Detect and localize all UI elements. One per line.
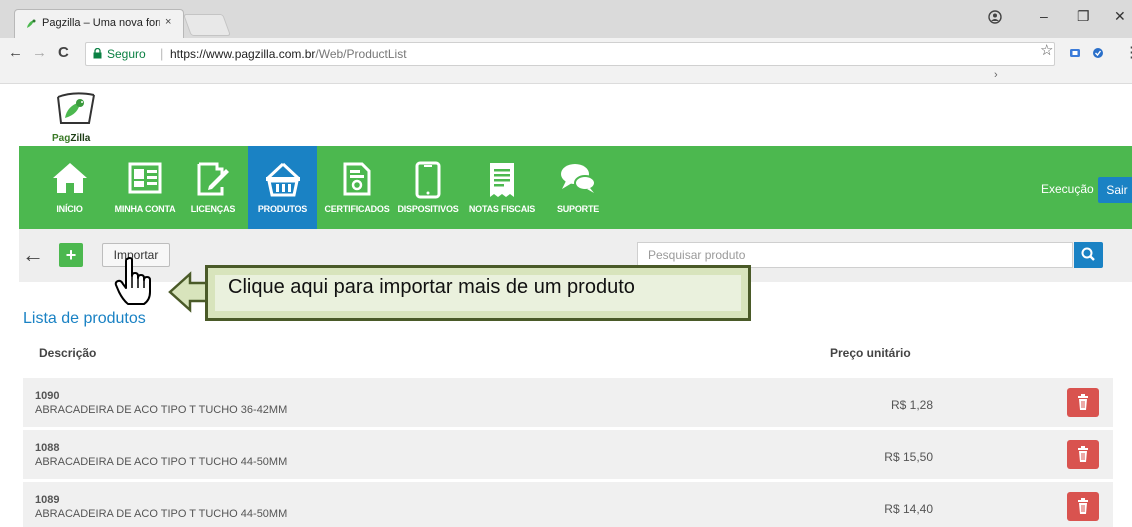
nav-label: SUPORTE bbox=[556, 204, 600, 214]
account-icon[interactable] bbox=[988, 10, 1002, 24]
bookmarks-chevron-icon[interactable]: › bbox=[994, 69, 998, 81]
browser-toolbar: ← → C Seguro | https://www.pagzilla.com.… bbox=[0, 38, 1132, 69]
url-path: /Web/ProductList bbox=[315, 47, 407, 61]
product-description: ABRACADEIRA DE ACO TIPO T TUCHO 44-50MM bbox=[35, 508, 288, 520]
column-header-description: Descrição bbox=[39, 346, 97, 360]
logo-text-zilla: Zilla bbox=[70, 133, 91, 144]
search-icon bbox=[1081, 247, 1095, 261]
receipt-icon bbox=[490, 163, 514, 197]
table-row[interactable]: 1089 ABRACADEIRA DE ACO TIPO T TUCHO 44-… bbox=[23, 482, 1113, 527]
home-icon bbox=[52, 163, 87, 193]
bookmark-star-icon[interactable]: ☆ bbox=[1040, 41, 1053, 59]
url-text: https://www.pagzilla.com.br/Web/ProductL… bbox=[170, 47, 407, 61]
id-card-icon bbox=[128, 162, 162, 194]
new-tab-button[interactable] bbox=[182, 14, 232, 36]
nav-item-suporte[interactable]: SUPORTE bbox=[548, 146, 608, 229]
main-navigation: INÍCIO MINHA CONTA LICENÇAS PRODUTOS CER… bbox=[19, 146, 1132, 229]
nav-item-inicio[interactable]: INÍCIO bbox=[47, 146, 92, 229]
execution-label: Execução bbox=[1041, 182, 1094, 196]
nav-item-produtos[interactable]: PRODUTOS bbox=[248, 146, 317, 229]
back-arrow-icon[interactable]: ← bbox=[22, 242, 44, 268]
nav-label: MINHA CONTA bbox=[114, 204, 176, 214]
callout-text: Clique aqui para importar mais de um pro… bbox=[228, 276, 635, 298]
extension-icon[interactable] bbox=[1069, 47, 1081, 59]
nav-label: PRODUTOS bbox=[257, 204, 308, 214]
basket-icon bbox=[265, 162, 300, 197]
reload-icon[interactable]: C bbox=[58, 44, 69, 61]
nav-item-notas-fiscais[interactable]: NOTAS FISCAIS bbox=[465, 146, 539, 229]
nav-item-minha-conta[interactable]: MINHA CONTA bbox=[110, 146, 180, 229]
callout-arrow-icon bbox=[168, 271, 208, 313]
chat-bubbles-icon bbox=[561, 164, 596, 193]
nav-label: CERTIFICADOS bbox=[324, 204, 390, 214]
nav-item-dispositivos[interactable]: DISPOSITIVOS bbox=[395, 146, 461, 229]
address-bar[interactable]: Seguro | https://www.pagzilla.com.br/Web… bbox=[85, 42, 1055, 66]
product-price: R$ 1,28 bbox=[890, 398, 933, 412]
bookmark-bar: › bbox=[0, 69, 1132, 84]
browser-tabstrip: Pagzilla – Uma nova form × – ❐ ✕ bbox=[0, 0, 1132, 38]
certificate-icon bbox=[343, 162, 371, 196]
minimize-icon[interactable]: – bbox=[1040, 8, 1048, 24]
menu-icon[interactable]: ⋮ bbox=[1124, 43, 1132, 61]
mobile-device-icon bbox=[415, 161, 441, 199]
tab-title: Pagzilla – Uma nova form bbox=[42, 17, 160, 29]
hand-pointer-icon bbox=[114, 257, 151, 305]
delete-button[interactable] bbox=[1067, 492, 1099, 521]
nav-item-certificados[interactable]: CERTIFICADOS bbox=[322, 146, 392, 229]
nav-label: LICENÇAS bbox=[190, 204, 236, 214]
edit-document-icon bbox=[197, 162, 229, 196]
tab-close-icon[interactable]: × bbox=[165, 16, 171, 28]
trash-icon bbox=[1078, 498, 1088, 514]
pagzilla-favicon-icon bbox=[27, 19, 36, 28]
back-icon[interactable]: ← bbox=[8, 44, 23, 61]
logout-button[interactable]: Sair bbox=[1098, 177, 1132, 203]
nav-label: DISPOSITIVOS bbox=[397, 204, 459, 214]
product-code: 1089 bbox=[35, 494, 60, 506]
lock-icon bbox=[93, 48, 102, 59]
url-separator: | bbox=[160, 46, 164, 61]
forward-icon[interactable]: → bbox=[32, 44, 47, 61]
logo-text-pag: Pag bbox=[52, 133, 71, 144]
secure-label: Seguro bbox=[107, 47, 146, 61]
table-row[interactable]: 1088 ABRACADEIRA DE ACO TIPO T TUCHO 44-… bbox=[23, 430, 1113, 479]
product-description: ABRACADEIRA DE ACO TIPO T TUCHO 36-42MM bbox=[35, 404, 288, 416]
table-row[interactable]: 1090 ABRACADEIRA DE ACO TIPO T TUCHO 36-… bbox=[23, 378, 1113, 427]
nav-label: NOTAS FISCAIS bbox=[468, 204, 536, 214]
product-code: 1090 bbox=[35, 390, 60, 402]
nav-label: INÍCIO bbox=[56, 204, 83, 214]
add-product-button[interactable]: + bbox=[59, 243, 83, 267]
browser-tab[interactable]: Pagzilla – Uma nova form × bbox=[14, 9, 184, 38]
window-close-icon[interactable]: ✕ bbox=[1114, 8, 1126, 25]
delete-button[interactable] bbox=[1067, 440, 1099, 469]
product-description: ABRACADEIRA DE ACO TIPO T TUCHO 44-50MM bbox=[35, 456, 288, 468]
extension-icon-2[interactable] bbox=[1092, 47, 1104, 59]
product-price: R$ 15,50 bbox=[884, 450, 933, 464]
search-button[interactable] bbox=[1074, 242, 1103, 268]
product-price: R$ 14,40 bbox=[884, 502, 933, 516]
column-header-price: Preço unitário bbox=[830, 346, 911, 360]
product-code: 1088 bbox=[35, 442, 60, 454]
delete-button[interactable] bbox=[1067, 388, 1099, 417]
trash-icon bbox=[1078, 394, 1088, 410]
restore-icon[interactable]: ❐ bbox=[1077, 8, 1090, 25]
tutorial-callout: Clique aqui para importar mais de um pro… bbox=[205, 265, 751, 321]
logo-wordmark: PagZilla bbox=[52, 133, 90, 144]
page-title: Lista de produtos bbox=[23, 310, 146, 327]
nav-item-licencas[interactable]: LICENÇAS bbox=[184, 146, 242, 229]
url-host: https://www.pagzilla.com.br bbox=[170, 47, 316, 61]
trash-icon bbox=[1078, 446, 1088, 462]
